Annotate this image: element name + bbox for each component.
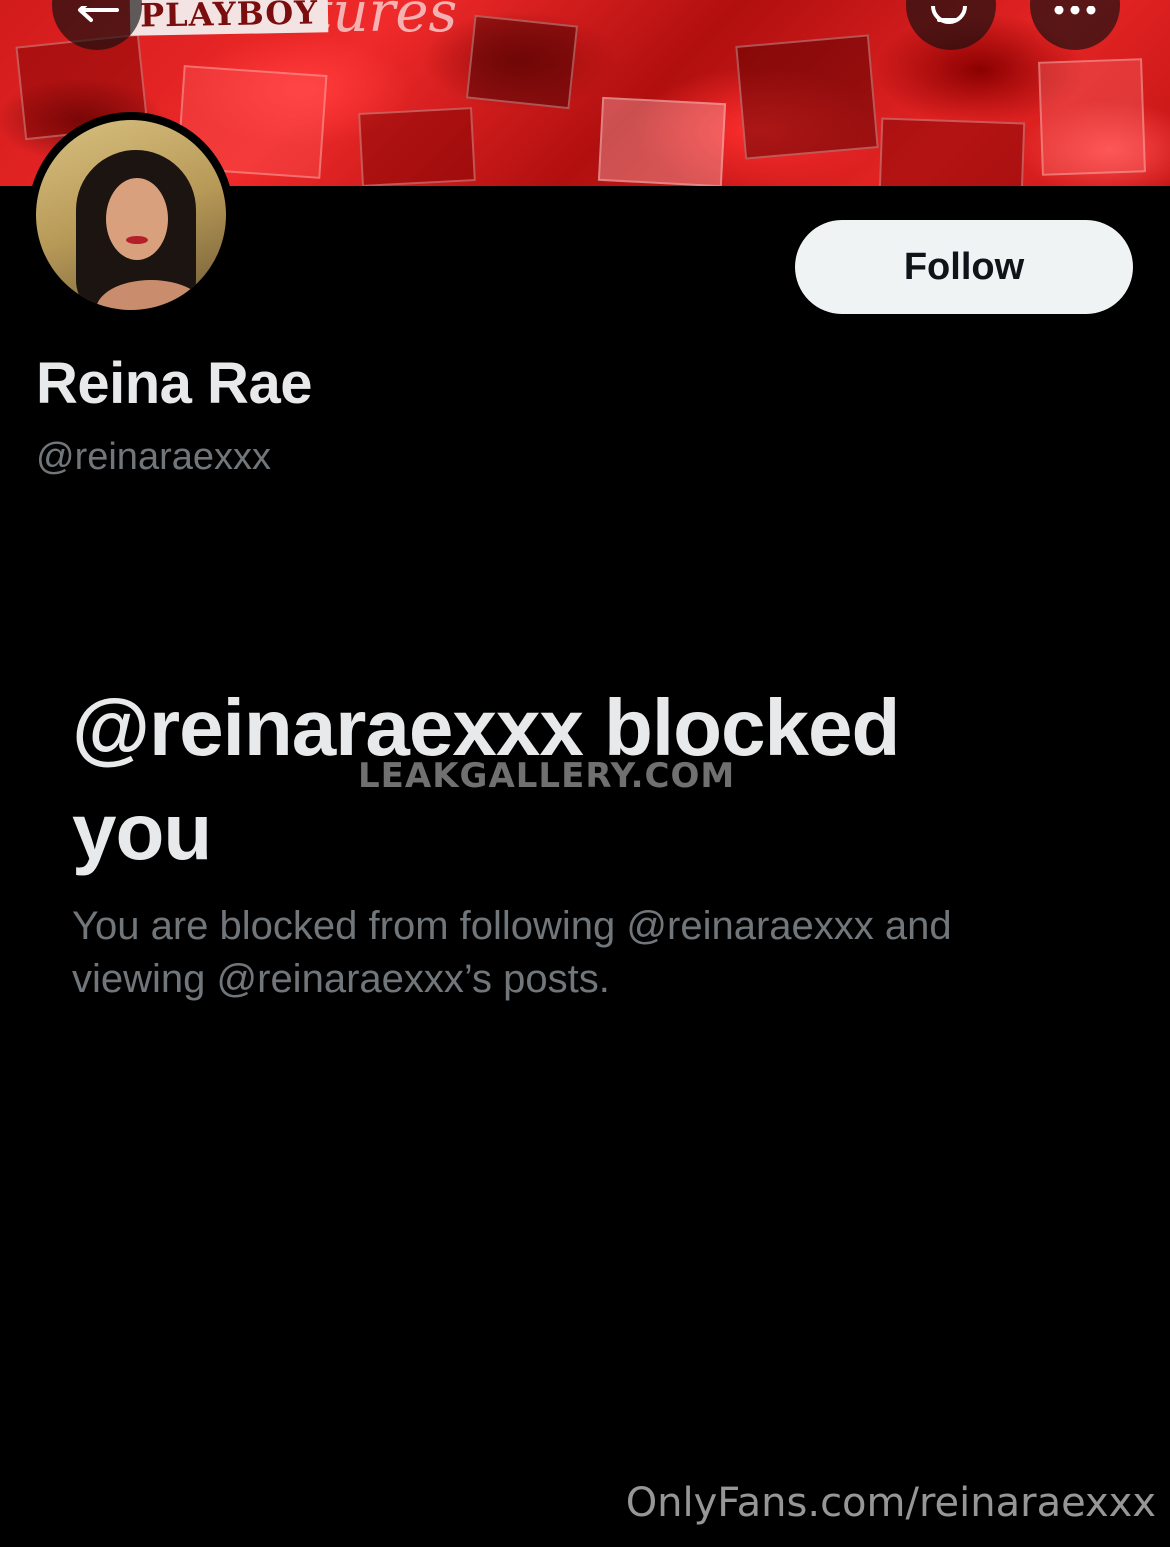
collage-tile [1038,58,1146,176]
more-options-button[interactable] [1030,0,1120,50]
watermark-corner: OnlyFans.com/reinaraexxx [625,1480,1156,1526]
collage-tile [878,117,1026,186]
blocked-description: You are blocked from following @reinarae… [72,904,952,1001]
collage-tile [465,14,579,110]
banner-logo: PLAYBOY [129,0,329,36]
search-icon [927,0,975,41]
profile-handle: @reinaraexxx [36,436,271,478]
collage-tile [735,34,879,160]
collage-tile [597,96,727,186]
follow-button[interactable]: Follow [795,220,1133,314]
watermark-center: LEAKGALLERY.COM [358,756,736,796]
display-name: Reina Rae [36,351,312,416]
more-dots-icon [1051,0,1099,41]
avatar[interactable] [28,112,234,318]
banner-collage-text: tures [310,0,458,45]
avatar-photo [36,120,226,310]
arrow-left-icon [75,0,119,41]
search-button[interactable] [906,0,996,50]
collage-tile [358,107,476,186]
